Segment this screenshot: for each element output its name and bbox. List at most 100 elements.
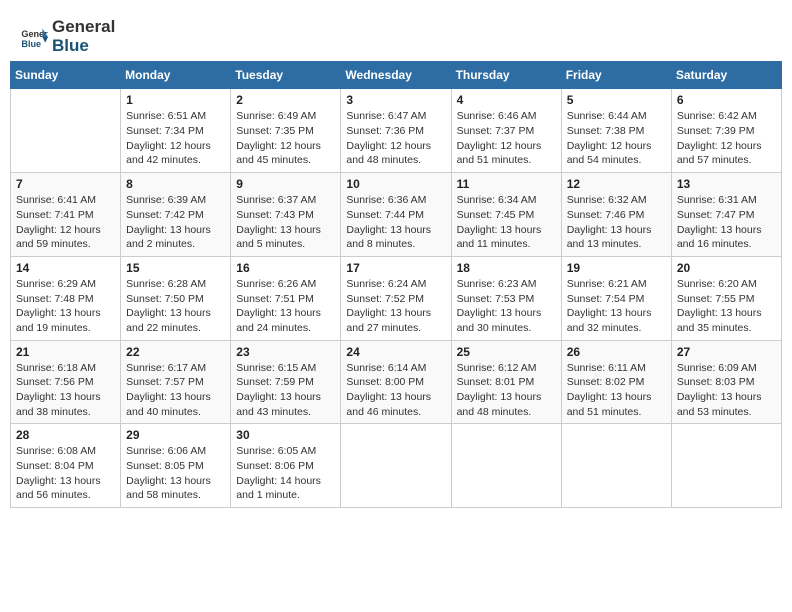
day-detail: Sunrise: 6:12 AMSunset: 8:01 PMDaylight:… [457,361,556,420]
day-number: 8 [126,177,225,191]
calendar-cell: 20Sunrise: 6:20 AMSunset: 7:55 PMDayligh… [671,256,781,340]
weekday-header: Sunday [11,62,121,89]
logo-general-text: General [52,18,115,37]
calendar-cell: 30 Sunrise: 6:05 AMSunset: 8:06 PMDayligh… [231,424,341,508]
calendar-cell: 26Sunrise: 6:11 AMSunset: 8:02 PMDayligh… [561,340,671,424]
day-detail: Sunrise: 6:17 AMSunset: 7:57 PMDaylight:… [126,361,225,420]
calendar-cell: 9 Sunrise: 6:37 AMSunset: 7:43 PMDaylight… [231,173,341,257]
day-number: 15 [126,261,225,275]
calendar-cell [341,424,451,508]
day-detail: Sunrise: 6:29 AMSunset: 7:48 PMDaylight:… [16,277,115,336]
day-detail: Sunrise: 6:39 AMSunset: 7:42 PMDaylight:… [126,193,225,252]
calendar-cell: 29 Sunrise: 6:06 AMSunset: 8:05 PMDayligh… [121,424,231,508]
day-detail: Sunrise: 6:49 AMSunset: 7:35 PMDaylight:… [236,109,335,168]
calendar-cell: 3 Sunrise: 6:47 AMSunset: 7:36 PMDaylight… [341,89,451,173]
calendar-table: SundayMondayTuesdayWednesdayThursdayFrid… [10,61,782,508]
calendar-cell: 24 Sunrise: 6:14 AMSunset: 8:00 PMDayligh… [341,340,451,424]
day-number: 21 [16,345,115,359]
day-number: 19 [567,261,666,275]
day-number: 17 [346,261,445,275]
day-number: 13 [677,177,776,191]
calendar-cell: 12 Sunrise: 6:32 AMSunset: 7:46 PMDayligh… [561,173,671,257]
day-number: 22 [126,345,225,359]
calendar-cell: 14Sunrise: 6:29 AMSunset: 7:48 PMDayligh… [11,256,121,340]
day-detail: Sunrise: 6:51 AMSunset: 7:34 PMDaylight:… [126,109,225,168]
day-detail: Sunrise: 6:37 AMSunset: 7:43 PMDaylight:… [236,193,335,252]
svg-text:Blue: Blue [21,38,41,48]
weekday-header: Monday [121,62,231,89]
day-detail: Sunrise: 6:41 AMSunset: 7:41 PMDaylight:… [16,193,115,252]
calendar-header-row: SundayMondayTuesdayWednesdayThursdayFrid… [11,62,782,89]
logo-blue-text: Blue [52,37,115,56]
calendar-cell: 8 Sunrise: 6:39 AMSunset: 7:42 PMDaylight… [121,173,231,257]
calendar-cell [451,424,561,508]
day-number: 16 [236,261,335,275]
day-number: 25 [457,345,556,359]
day-number: 9 [236,177,335,191]
day-number: 10 [346,177,445,191]
calendar-cell: 2 Sunrise: 6:49 AMSunset: 7:35 PMDaylight… [231,89,341,173]
day-detail: Sunrise: 6:15 AMSunset: 7:59 PMDaylight:… [236,361,335,420]
day-detail: Sunrise: 6:23 AMSunset: 7:53 PMDaylight:… [457,277,556,336]
calendar-week-row: 7 Sunrise: 6:41 AMSunset: 7:41 PMDaylight… [11,173,782,257]
day-number: 5 [567,93,666,107]
day-detail: Sunrise: 6:31 AMSunset: 7:47 PMDaylight:… [677,193,776,252]
calendar-cell [11,89,121,173]
day-number: 2 [236,93,335,107]
calendar-cell: 15Sunrise: 6:28 AMSunset: 7:50 PMDayligh… [121,256,231,340]
calendar-cell: 11Sunrise: 6:34 AMSunset: 7:45 PMDayligh… [451,173,561,257]
day-detail: Sunrise: 6:36 AMSunset: 7:44 PMDaylight:… [346,193,445,252]
day-number: 24 [346,345,445,359]
weekday-header: Thursday [451,62,561,89]
day-number: 3 [346,93,445,107]
logo-icon: General Blue [20,23,48,51]
day-number: 12 [567,177,666,191]
day-detail: Sunrise: 6:14 AMSunset: 8:00 PMDaylight:… [346,361,445,420]
calendar-week-row: 14Sunrise: 6:29 AMSunset: 7:48 PMDayligh… [11,256,782,340]
day-detail: Sunrise: 6:05 AMSunset: 8:06 PMDaylight:… [236,444,335,503]
day-number: 29 [126,428,225,442]
day-detail: Sunrise: 6:21 AMSunset: 7:54 PMDaylight:… [567,277,666,336]
day-detail: Sunrise: 6:46 AMSunset: 7:37 PMDaylight:… [457,109,556,168]
day-number: 27 [677,345,776,359]
calendar-cell: 16 Sunrise: 6:26 AMSunset: 7:51 PMDayligh… [231,256,341,340]
day-number: 7 [16,177,115,191]
day-number: 18 [457,261,556,275]
day-detail: Sunrise: 6:44 AMSunset: 7:38 PMDaylight:… [567,109,666,168]
calendar-week-row: 1 Sunrise: 6:51 AMSunset: 7:34 PMDaylight… [11,89,782,173]
calendar-cell: 25 Sunrise: 6:12 AMSunset: 8:01 PMDayligh… [451,340,561,424]
day-number: 20 [677,261,776,275]
day-detail: Sunrise: 6:06 AMSunset: 8:05 PMDaylight:… [126,444,225,503]
day-number: 4 [457,93,556,107]
day-number: 1 [126,93,225,107]
weekday-header: Tuesday [231,62,341,89]
calendar-cell: 17Sunrise: 6:24 AMSunset: 7:52 PMDayligh… [341,256,451,340]
page-header: General Blue General Blue [10,10,782,61]
day-detail: Sunrise: 6:32 AMSunset: 7:46 PMDaylight:… [567,193,666,252]
logo: General Blue General Blue [20,18,115,55]
calendar-cell [671,424,781,508]
calendar-week-row: 28Sunrise: 6:08 AMSunset: 8:04 PMDayligh… [11,424,782,508]
day-detail: Sunrise: 6:09 AMSunset: 8:03 PMDaylight:… [677,361,776,420]
day-number: 28 [16,428,115,442]
day-number: 23 [236,345,335,359]
calendar-cell: 7 Sunrise: 6:41 AMSunset: 7:41 PMDaylight… [11,173,121,257]
weekday-header: Saturday [671,62,781,89]
calendar-cell: 22 Sunrise: 6:17 AMSunset: 7:57 PMDayligh… [121,340,231,424]
weekday-header: Friday [561,62,671,89]
calendar-cell: 18 Sunrise: 6:23 AMSunset: 7:53 PMDayligh… [451,256,561,340]
calendar-cell: 1 Sunrise: 6:51 AMSunset: 7:34 PMDaylight… [121,89,231,173]
calendar-cell: 23 Sunrise: 6:15 AMSunset: 7:59 PMDayligh… [231,340,341,424]
day-number: 30 [236,428,335,442]
calendar-week-row: 21Sunrise: 6:18 AMSunset: 7:56 PMDayligh… [11,340,782,424]
day-detail: Sunrise: 6:47 AMSunset: 7:36 PMDaylight:… [346,109,445,168]
calendar-cell: 13 Sunrise: 6:31 AMSunset: 7:47 PMDayligh… [671,173,781,257]
calendar-cell: 4 Sunrise: 6:46 AMSunset: 7:37 PMDaylight… [451,89,561,173]
calendar-cell: 27 Sunrise: 6:09 AMSunset: 8:03 PMDayligh… [671,340,781,424]
weekday-header: Wednesday [341,62,451,89]
day-detail: Sunrise: 6:11 AMSunset: 8:02 PMDaylight:… [567,361,666,420]
day-detail: Sunrise: 6:34 AMSunset: 7:45 PMDaylight:… [457,193,556,252]
day-detail: Sunrise: 6:26 AMSunset: 7:51 PMDaylight:… [236,277,335,336]
calendar-cell: 19 Sunrise: 6:21 AMSunset: 7:54 PMDayligh… [561,256,671,340]
calendar-cell: 6Sunrise: 6:42 AMSunset: 7:39 PMDaylight… [671,89,781,173]
